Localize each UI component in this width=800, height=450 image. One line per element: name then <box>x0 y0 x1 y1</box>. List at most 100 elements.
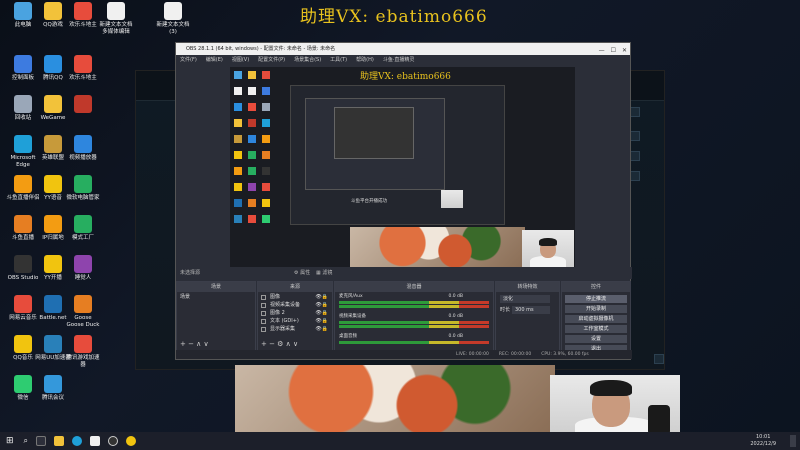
desktop-icon[interactable]: Goose Goose Duck <box>65 295 101 329</box>
chat-icon[interactable] <box>630 171 640 181</box>
sources-add-remove[interactable]: + − ⚙ ∧ ∨ <box>261 340 298 348</box>
obs-taskbar-icon[interactable] <box>108 436 119 446</box>
system-clock[interactable]: 10:01 2022/12/9 <box>750 434 776 448</box>
desktop-icon[interactable]: 新建文本文档 (3) <box>155 2 191 36</box>
app-icon <box>14 135 32 153</box>
duration-input[interactable]: 300 ms <box>512 306 550 314</box>
scene-item[interactable]: 场景 <box>177 293 255 301</box>
menu-scene-collection[interactable]: 场景集合(S) <box>294 55 321 65</box>
desktop-icon[interactable]: 视频播放器 <box>65 135 101 162</box>
scenes-dock-title: 场景 <box>177 282 255 292</box>
preview-app-icon <box>234 199 242 207</box>
transition-select[interactable]: 淡化 <box>500 295 550 303</box>
mixer-channel: 桌面音频 0.0 dB <box>335 334 493 345</box>
studio-mode-button[interactable]: 工作室模式 <box>565 325 627 333</box>
stop-streaming-button[interactable]: 停止推流 <box>565 295 627 303</box>
app-icon <box>44 55 62 73</box>
app-icon <box>44 135 62 153</box>
file-explorer-icon[interactable] <box>54 436 65 446</box>
source-item[interactable]: 视频采集设备 👁🔒 <box>258 301 332 309</box>
desktop-icon[interactable]: 欢乐斗地主 <box>65 2 101 29</box>
desktop-icon[interactable]: 腾讯会议 <box>35 375 71 402</box>
minimize-icon[interactable]: — <box>599 45 605 57</box>
desktop-icon[interactable]: 腾讯游戏加速器 <box>65 335 101 369</box>
desktop-icon[interactable]: 睡觉人 <box>65 255 101 282</box>
app-icon <box>14 335 32 353</box>
app-icon <box>14 175 32 193</box>
start-virtual-camera-button[interactable]: 启动虚拟摄像机 <box>565 315 627 323</box>
source-item[interactable]: 图像 2 👁🔒 <box>258 309 332 317</box>
preview-app-icon <box>248 87 256 95</box>
menu-profile[interactable]: 配置文件(P) <box>258 55 285 65</box>
preview-app-icon <box>234 135 242 143</box>
desktop-icon-label: 微软电脑管家 <box>66 195 100 201</box>
background-flower-image <box>235 365 555 432</box>
obs-window[interactable]: OBS 28.1.1 (64 bit, windows) - 配置文件: 未命名… <box>175 42 632 360</box>
preview-app-icon <box>262 135 270 143</box>
app-icon <box>14 375 32 393</box>
app-icon <box>14 215 32 233</box>
desktop-icon[interactable]: 微软电脑管家 <box>65 175 101 202</box>
app-icon <box>14 2 32 20</box>
properties-button[interactable]: ⚙ 属性 <box>294 267 310 279</box>
desktop-icon-label: 视频播放器 <box>69 155 97 161</box>
menu-help[interactable]: 帮助(H) <box>356 55 374 65</box>
scenes-add-remove[interactable]: + − ∧ ∨ <box>180 340 209 348</box>
obs-preview[interactable]: 助理VX: ebatimo666 斗鱼平台开播成功 <box>230 67 575 267</box>
app-icon <box>14 295 32 313</box>
menu-file[interactable]: 文件(F) <box>180 55 197 65</box>
source-item[interactable]: 文本 (GDI+) 👁🔒 <box>258 317 332 325</box>
preview-app-icon <box>262 183 270 191</box>
preview-app-icon <box>248 151 256 159</box>
preview-app-icon <box>248 167 256 175</box>
preview-app-icon <box>248 199 256 207</box>
app-icon <box>44 255 62 273</box>
social-icon[interactable] <box>630 151 640 161</box>
source-item[interactable]: 图像 👁🔒 <box>258 293 332 301</box>
preview-app-icon <box>234 87 242 95</box>
obs-titlebar[interactable]: OBS 28.1.1 (64 bit, windows) - 配置文件: 未命名… <box>176 43 630 55</box>
transitions-dock: 转场特效 淡化 时长 300 ms <box>495 281 560 351</box>
app-icon <box>74 2 92 20</box>
notepad-icon[interactable] <box>90 436 101 446</box>
menu-icon[interactable] <box>630 131 640 141</box>
menu-tools[interactable]: 工具(T) <box>330 55 347 65</box>
chair-back <box>648 405 670 432</box>
preview-app-icon <box>234 71 242 79</box>
mixer-channel: 视频采集设备 0.0 dB <box>335 314 493 329</box>
start-icon[interactable]: ⊞ <box>6 436 14 446</box>
close-icon[interactable] <box>630 107 640 117</box>
settings-button[interactable]: 设置 <box>565 335 627 343</box>
start-recording-button[interactable]: 开始录制 <box>565 305 627 313</box>
mixer-channel: 麦克风/Aux 0.0 dB <box>335 294 493 309</box>
menu-edit[interactable]: 编辑(E) <box>206 55 223 65</box>
mixer-dock-title: 混音器 <box>335 282 493 292</box>
show-desktop-button[interactable] <box>790 435 796 447</box>
app-icon <box>74 335 92 353</box>
settings-icon[interactable] <box>654 354 664 364</box>
menu-douyu[interactable]: 斗鱼·直播精灵 <box>383 55 415 65</box>
desktop-icon[interactable]: 新建文本文档 多媒体编辑 <box>98 2 134 36</box>
obs-statusbar: LIVE: 00:00:00 REC: 00:00:00 CPU: 3.9%, … <box>176 350 632 359</box>
desktop-icon[interactable]: 欢乐斗地主 <box>65 55 101 82</box>
filters-button[interactable]: ▦ 滤镜 <box>316 267 332 279</box>
desktop-icon-label: 欢乐斗地主 <box>69 22 97 28</box>
close-icon[interactable]: ✕ <box>622 45 627 57</box>
source-item[interactable]: 显示器采集 👁🔒 <box>258 325 332 333</box>
menu-view[interactable]: 视图(V) <box>232 55 249 65</box>
search-icon[interactable]: ⌕ <box>24 436 28 446</box>
task-view-icon[interactable] <box>36 436 47 446</box>
desktop-icon-label: 欢乐斗地主 <box>69 75 97 81</box>
preview-mini-webcam <box>441 190 463 208</box>
yy-taskbar-icon[interactable] <box>126 436 137 446</box>
desktop-icon[interactable] <box>65 95 101 115</box>
preview-app-icon <box>262 167 270 175</box>
app-icon <box>74 135 92 153</box>
edge-icon[interactable] <box>72 436 83 446</box>
app-icon <box>44 215 62 233</box>
desktop-icon-label: Goose Goose Duck <box>66 315 100 328</box>
maximize-icon[interactable]: ☐ <box>611 45 616 57</box>
desktop-icon[interactable]: 模式工厂 <box>65 215 101 242</box>
clock-time: 10:01 <box>755 434 771 440</box>
preview-app-icon <box>234 215 242 223</box>
